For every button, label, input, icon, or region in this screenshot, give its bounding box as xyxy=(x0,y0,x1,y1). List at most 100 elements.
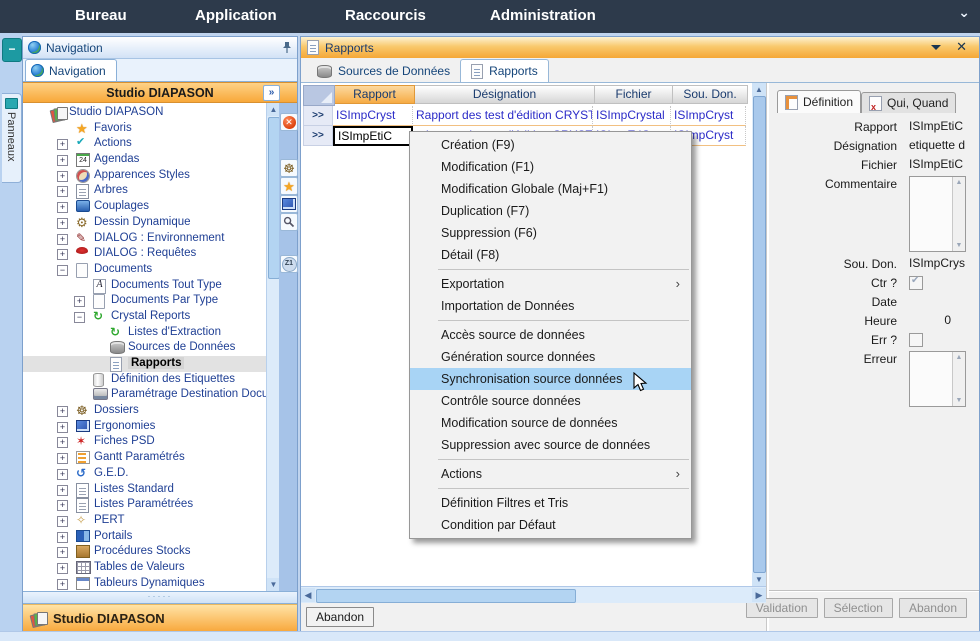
expand-plus-icon[interactable]: + xyxy=(57,485,68,496)
tab-rapports[interactable]: Rapports xyxy=(460,59,549,82)
expand-plus-icon[interactable]: + xyxy=(57,171,68,182)
row-marker[interactable]: >> xyxy=(303,126,333,146)
scroll-left-icon[interactable]: ◀ xyxy=(301,588,315,602)
panneaux-vertical-tab[interactable]: Panneaux xyxy=(2,93,22,183)
ctr--checkbox[interactable] xyxy=(909,276,923,290)
field-value[interactable]: 0 xyxy=(909,313,951,327)
tree-scrollbar[interactable]: ▲ ▼ xyxy=(266,103,279,591)
expand-plus-icon[interactable]: + xyxy=(57,563,68,574)
tree-item-proc-dures-stocks[interactable]: +Procédures Stocks xyxy=(23,544,266,560)
table-vscrollbar-thumb[interactable] xyxy=(753,96,766,573)
close-red-button[interactable]: ✕ xyxy=(280,113,298,131)
tree-item-ergonomies[interactable]: +Ergonomies xyxy=(23,419,266,435)
expand-plus-icon[interactable]: + xyxy=(57,422,68,433)
menu-item-suppression-avec-source-de-donn-es[interactable]: Suppression avec source de données xyxy=(410,434,691,456)
horizontal-splitter[interactable]: ····· xyxy=(23,591,297,604)
menubar-item-raccourcis[interactable]: Raccourcis xyxy=(345,7,426,24)
menu-item-duplication-f7-[interactable]: Duplication (F7) xyxy=(410,200,691,222)
tree-item-pert[interactable]: +✧PERT xyxy=(23,513,266,529)
tree-item-listes-d-extraction[interactable]: ↻Listes d'Extraction xyxy=(23,325,266,341)
tree-item-d-finition-des-etiquettes[interactable]: Définition des Etiquettes xyxy=(23,372,266,388)
menu-item-exportation[interactable]: Exportation› xyxy=(410,273,691,295)
expand-plus-icon[interactable]: + xyxy=(57,155,68,166)
tree-item-gantt-param-tr-s[interactable]: +Gantt Paramétrés xyxy=(23,450,266,466)
tree-item-apparences-styles[interactable]: +Apparences Styles xyxy=(23,168,266,184)
tree-scrollbar-thumb[interactable] xyxy=(268,117,279,279)
column-header-rapport[interactable]: Rapport xyxy=(335,85,415,104)
menu-item-actions[interactable]: Actions› xyxy=(410,463,691,485)
expand-plus-icon[interactable]: + xyxy=(57,186,68,197)
z1-button[interactable]: Z1 xyxy=(280,255,298,273)
row-marker[interactable]: >> xyxy=(303,106,333,126)
star-button[interactable]: ★ xyxy=(280,177,298,195)
menu-item-g-n-ration-source-donn-es[interactable]: Génération source données xyxy=(410,346,691,368)
tree-item-crystal-reports[interactable]: −↻Crystal Reports xyxy=(23,309,266,325)
scroll-down-icon[interactable]: ▼ xyxy=(267,578,279,591)
tab-navigation[interactable]: Navigation xyxy=(25,59,117,81)
s-lection-button[interactable]: Sélection xyxy=(824,598,893,618)
expand-plus-icon[interactable]: + xyxy=(57,202,68,213)
expand-plus-icon[interactable]: + xyxy=(57,234,68,245)
pin-icon[interactable] xyxy=(282,41,292,54)
tree-item-favoris[interactable]: ★Favoris xyxy=(23,121,266,137)
expand-plus-icon[interactable]: + xyxy=(74,296,85,307)
menu-item-d-finition-filtres-et-tris[interactable]: Définition Filtres et Tris xyxy=(410,492,691,514)
tree-item-fiches-psd[interactable]: +✶Fiches PSD xyxy=(23,434,266,450)
expand-plus-icon[interactable]: + xyxy=(57,579,68,590)
expand-plus-icon[interactable]: + xyxy=(57,437,68,448)
tree-item-actions[interactable]: +✔Actions xyxy=(23,136,266,152)
abandon-button[interactable]: Abandon xyxy=(306,607,374,627)
menu-item-modification-source-de-donn-es[interactable]: Modification source de données xyxy=(410,412,691,434)
collapse-minus-icon[interactable]: − xyxy=(57,265,68,276)
tree-item-rapports[interactable]: Rapports xyxy=(23,356,266,372)
tab-sources-de-donnees[interactable]: Sources de Données xyxy=(307,60,460,82)
tree-item-arbres[interactable]: +Arbres xyxy=(23,183,266,199)
table-hscrollbar-thumb[interactable] xyxy=(316,589,576,603)
collapse-minus-icon[interactable]: − xyxy=(74,312,85,323)
scroll-up-icon[interactable]: ▲ xyxy=(752,83,766,96)
tab-definition[interactable]: Définition xyxy=(777,90,861,113)
tree-item-dialog-requ-tes[interactable]: +DIALOG : Requêtes xyxy=(23,246,266,262)
err--checkbox[interactable] xyxy=(909,333,923,347)
screen-button[interactable] xyxy=(280,195,298,213)
field-value[interactable]: ISImpEtiC xyxy=(909,119,963,133)
menu-item-importation-de-donn-es[interactable]: Importation de Données xyxy=(410,295,691,317)
expand-plus-icon[interactable]: + xyxy=(57,500,68,511)
menu-item-d-tail-f8-[interactable]: Détail (F8) xyxy=(410,244,691,266)
table-vertical-scrollbar[interactable]: ▲ ▼ xyxy=(752,83,766,586)
collapse-chevrons-button[interactable]: » xyxy=(263,85,280,101)
dock-collapse-button[interactable]: − xyxy=(2,38,22,62)
field-value[interactable]: ISImpCrys xyxy=(909,256,965,270)
tree-item-couplages[interactable]: +Couplages xyxy=(23,199,266,215)
expand-plus-icon[interactable]: + xyxy=(57,532,68,543)
menu-item-cr-ation-f9-[interactable]: Création (F9) xyxy=(410,134,691,156)
expand-plus-icon[interactable]: + xyxy=(57,406,68,417)
expand-plus-icon[interactable]: + xyxy=(57,516,68,527)
expand-plus-icon[interactable]: + xyxy=(57,453,68,464)
tree-item-documents-tout-type[interactable]: ADocuments Tout Type xyxy=(23,278,266,294)
tree-item-agendas[interactable]: +24Agendas xyxy=(23,152,266,168)
magnifier-button[interactable] xyxy=(280,213,298,231)
table-cell[interactable]: ISImpCryst xyxy=(333,106,413,126)
expand-plus-icon[interactable]: + xyxy=(57,218,68,229)
column-header-sou-don-[interactable]: Sou. Don. xyxy=(673,85,748,104)
wheel-button[interactable]: ☸ xyxy=(280,159,298,177)
scroll-up-icon[interactable]: ▲ xyxy=(267,103,279,116)
table-cell[interactable]: ISImpCrystal xyxy=(593,106,671,126)
field-value[interactable]: ISImpEtiC xyxy=(909,157,963,171)
tree-item-dossiers[interactable]: +☸Dossiers xyxy=(23,403,266,419)
window-menu-arrow-icon[interactable] xyxy=(931,45,941,55)
tree-item-portails[interactable]: +Portails xyxy=(23,529,266,545)
window-close-icon[interactable]: ✕ xyxy=(956,39,967,55)
erreur-textarea[interactable]: ▲▼ xyxy=(909,351,966,407)
expand-plus-icon[interactable]: + xyxy=(57,139,68,150)
expand-plus-icon[interactable]: + xyxy=(57,469,68,480)
column-header-d-signation[interactable]: Désignation xyxy=(415,85,595,104)
tree-item-sources-de-donn-es[interactable]: Sources de Données xyxy=(23,340,266,356)
menu-item-condition-par-d-faut[interactable]: Condition par Défaut xyxy=(410,514,691,536)
textarea-scrollbar[interactable]: ▲▼ xyxy=(952,352,965,406)
table-corner-cell[interactable] xyxy=(303,85,335,106)
tree-item-listes-standard[interactable]: +Listes Standard xyxy=(23,482,266,498)
expand-plus-icon[interactable]: + xyxy=(57,249,68,260)
abandon-button[interactable]: Abandon xyxy=(899,598,967,618)
